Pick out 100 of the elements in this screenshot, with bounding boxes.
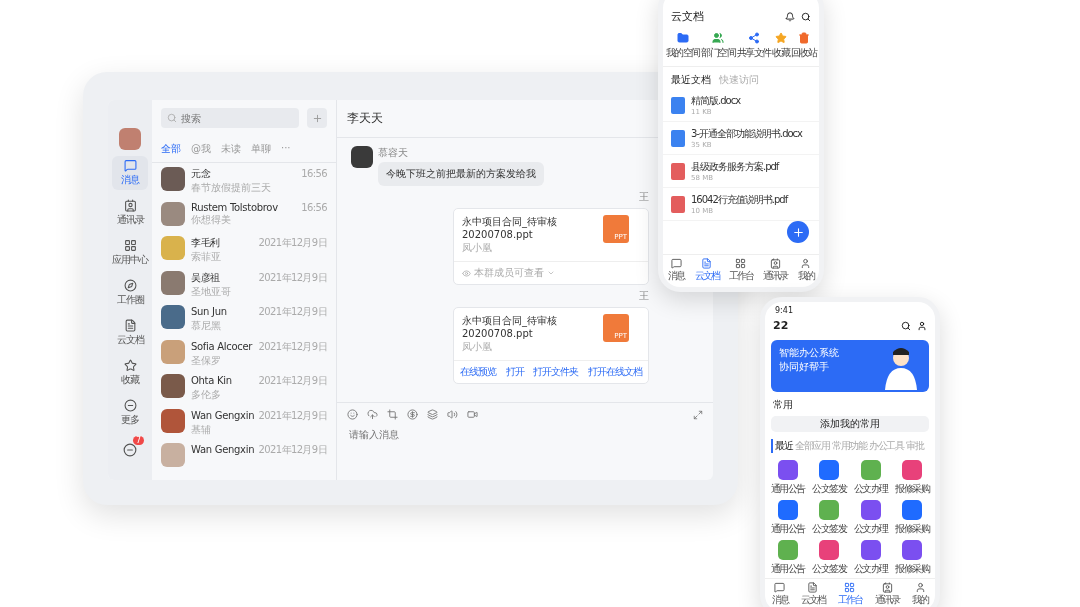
message-preview: 你想得美 bbox=[191, 212, 232, 227]
conversation-item[interactable]: Sofia Alcocer 2021年12月9日 圣保罗 bbox=[152, 335, 336, 370]
sidebar-item[interactable]: 工作圈 bbox=[112, 276, 148, 310]
sidebar-item[interactable]: 更多 bbox=[112, 396, 148, 430]
contact-name: 元念 bbox=[191, 167, 211, 181]
avatar-placeholder bbox=[161, 167, 185, 191]
tab-bar-item[interactable]: 我的 bbox=[912, 582, 929, 607]
category-tab[interactable]: 最近 bbox=[771, 439, 792, 453]
quick-access-icon bbox=[747, 32, 760, 44]
app-label: 公文签发 bbox=[812, 522, 847, 536]
tab-bar-item[interactable]: 消息 bbox=[771, 582, 788, 607]
tab-bar-item[interactable]: 通讯录 bbox=[875, 582, 900, 607]
file-name: 精简版.docx bbox=[691, 94, 741, 108]
sidebar-item[interactable]: 云文档 bbox=[112, 316, 148, 350]
conversation-item[interactable]: 李毛利 2021年12月9日 索菲亚 bbox=[152, 232, 336, 267]
app-icon[interactable] bbox=[860, 540, 881, 560]
toolbar-icon[interactable] bbox=[407, 409, 418, 420]
tab-bar-icon bbox=[701, 258, 713, 269]
search-icon[interactable] bbox=[901, 320, 911, 331]
sender-name: 慕容天 bbox=[378, 146, 408, 160]
quick-access-icon bbox=[712, 32, 725, 44]
sidebar-item[interactable]: 消息 bbox=[112, 156, 148, 190]
avatar-placeholder bbox=[351, 146, 373, 168]
message-input[interactable]: 请输入消息 bbox=[347, 428, 703, 441]
tab-bar-item[interactable]: 工作台 bbox=[728, 258, 753, 283]
sidebar-item[interactable]: 通讯录 bbox=[112, 196, 148, 230]
message-time: 2021年12月9日 bbox=[258, 408, 327, 423]
app-icon[interactable] bbox=[902, 460, 923, 480]
file-action-link[interactable]: 在线预览 bbox=[460, 365, 496, 379]
toolbar-icon[interactable] bbox=[367, 409, 378, 420]
status-time: 9:41 bbox=[774, 305, 794, 315]
expand-icon[interactable] bbox=[693, 409, 703, 420]
quick-access-item[interactable]: 我的空间 bbox=[665, 32, 700, 60]
app-icon[interactable] bbox=[902, 500, 923, 520]
tab-bar-item[interactable]: 我的 bbox=[797, 258, 814, 283]
app-icon[interactable] bbox=[777, 500, 798, 520]
toolbar-icon[interactable] bbox=[427, 409, 438, 420]
conversation-item[interactable]: Ohta Kin 2021年12月9日 多伦多 bbox=[152, 370, 336, 405]
app-label: 通用公告 bbox=[770, 562, 805, 576]
file-action-link[interactable]: 打开 bbox=[505, 365, 524, 379]
conversation-item[interactable]: Rustem Tolstobrov 16:56 你想得美 bbox=[152, 197, 336, 232]
file-action-link[interactable]: 打开在线文档 bbox=[587, 365, 642, 379]
toolbar-icon[interactable] bbox=[387, 409, 398, 420]
message-time: 2021年12月9日 bbox=[258, 374, 327, 388]
sidebar-icon bbox=[123, 399, 137, 412]
toolbar-icon[interactable] bbox=[467, 409, 478, 420]
avatar-placeholder bbox=[161, 408, 185, 433]
conversation-item[interactable]: 元念 16:56 春节放假提前三天 bbox=[152, 163, 336, 198]
file-action-link[interactable]: 打开文件夹 bbox=[533, 365, 579, 379]
app-icon[interactable] bbox=[860, 460, 881, 480]
conversation-item[interactable]: 吴彦祖 2021年12月9日 圣地亚哥 bbox=[152, 266, 336, 301]
add-button[interactable] bbox=[307, 108, 327, 128]
quick-access-item[interactable]: 回收站 bbox=[790, 32, 817, 60]
tab-bar-item[interactable]: 工作台 bbox=[837, 582, 862, 607]
conversation-item[interactable]: Wan Gengxin 2021年12月9日 基辅 bbox=[152, 404, 336, 439]
app-icon[interactable] bbox=[777, 460, 798, 480]
app-icon[interactable] bbox=[819, 460, 840, 480]
toolbar-icon[interactable] bbox=[447, 409, 458, 420]
user-avatar[interactable] bbox=[119, 128, 141, 150]
tab-bar-icon bbox=[774, 582, 786, 593]
tab-bar-item[interactable]: 云文档 bbox=[694, 258, 719, 283]
quick-access-item[interactable]: 部门空间 bbox=[701, 32, 736, 60]
search-field[interactable]: 搜索 bbox=[161, 108, 299, 128]
tab-bar-item[interactable]: 云文档 bbox=[800, 582, 825, 607]
app-icon[interactable] bbox=[819, 500, 840, 520]
section-tab[interactable]: 最近文档 bbox=[671, 73, 711, 87]
filter-tab[interactable]: 全部 bbox=[161, 142, 181, 156]
toolbar-icon[interactable] bbox=[347, 409, 358, 420]
conversation-item[interactable]: Wan Gengxin 2021年12月9日 bbox=[152, 439, 336, 474]
app-icon[interactable] bbox=[777, 540, 798, 560]
message-preview: 基辅 bbox=[191, 422, 212, 437]
message-time: 16:56 bbox=[301, 201, 327, 213]
sidebar-icon bbox=[123, 319, 137, 332]
plus-icon bbox=[791, 225, 805, 239]
app-icon[interactable] bbox=[819, 540, 840, 560]
tab-bar-icon bbox=[769, 258, 781, 269]
document-icon bbox=[671, 195, 685, 213]
sidebar-item[interactable]: 收藏 bbox=[112, 356, 148, 390]
app-label: 公文办理 bbox=[853, 522, 888, 536]
quick-access-icon bbox=[774, 32, 787, 44]
quick-access-item[interactable]: 共享文件 bbox=[736, 32, 771, 60]
add-button[interactable] bbox=[787, 221, 809, 243]
tab-bar-item[interactable]: 消息 bbox=[668, 258, 685, 283]
quick-access-item[interactable]: 收藏 bbox=[772, 32, 790, 60]
tab-bar-icon bbox=[735, 258, 747, 269]
profile-icon[interactable] bbox=[917, 320, 927, 331]
quick-access-icon bbox=[676, 32, 689, 44]
contact-name: Ohta Kin bbox=[191, 375, 232, 386]
message-preview: 索菲亚 bbox=[191, 250, 222, 264]
sidebar-item[interactable]: 应用中心 bbox=[112, 236, 148, 270]
app-icon[interactable] bbox=[860, 500, 881, 520]
bell-icon[interactable] bbox=[785, 11, 795, 22]
conversation-item[interactable]: Sun Jun 2021年12月9日 慕尼黑 bbox=[152, 301, 336, 336]
tab-bar-item[interactable]: 通讯录 bbox=[763, 258, 788, 283]
add-favorites-button[interactable]: 添加我的常用 bbox=[771, 416, 929, 432]
search-icon[interactable] bbox=[801, 11, 811, 22]
minus-circle-icon[interactable] bbox=[123, 443, 137, 457]
eye-icon bbox=[462, 268, 471, 278]
app-icon[interactable] bbox=[902, 540, 923, 560]
promo-banner[interactable]: 智能办公系统 协同好帮手 bbox=[771, 340, 929, 392]
